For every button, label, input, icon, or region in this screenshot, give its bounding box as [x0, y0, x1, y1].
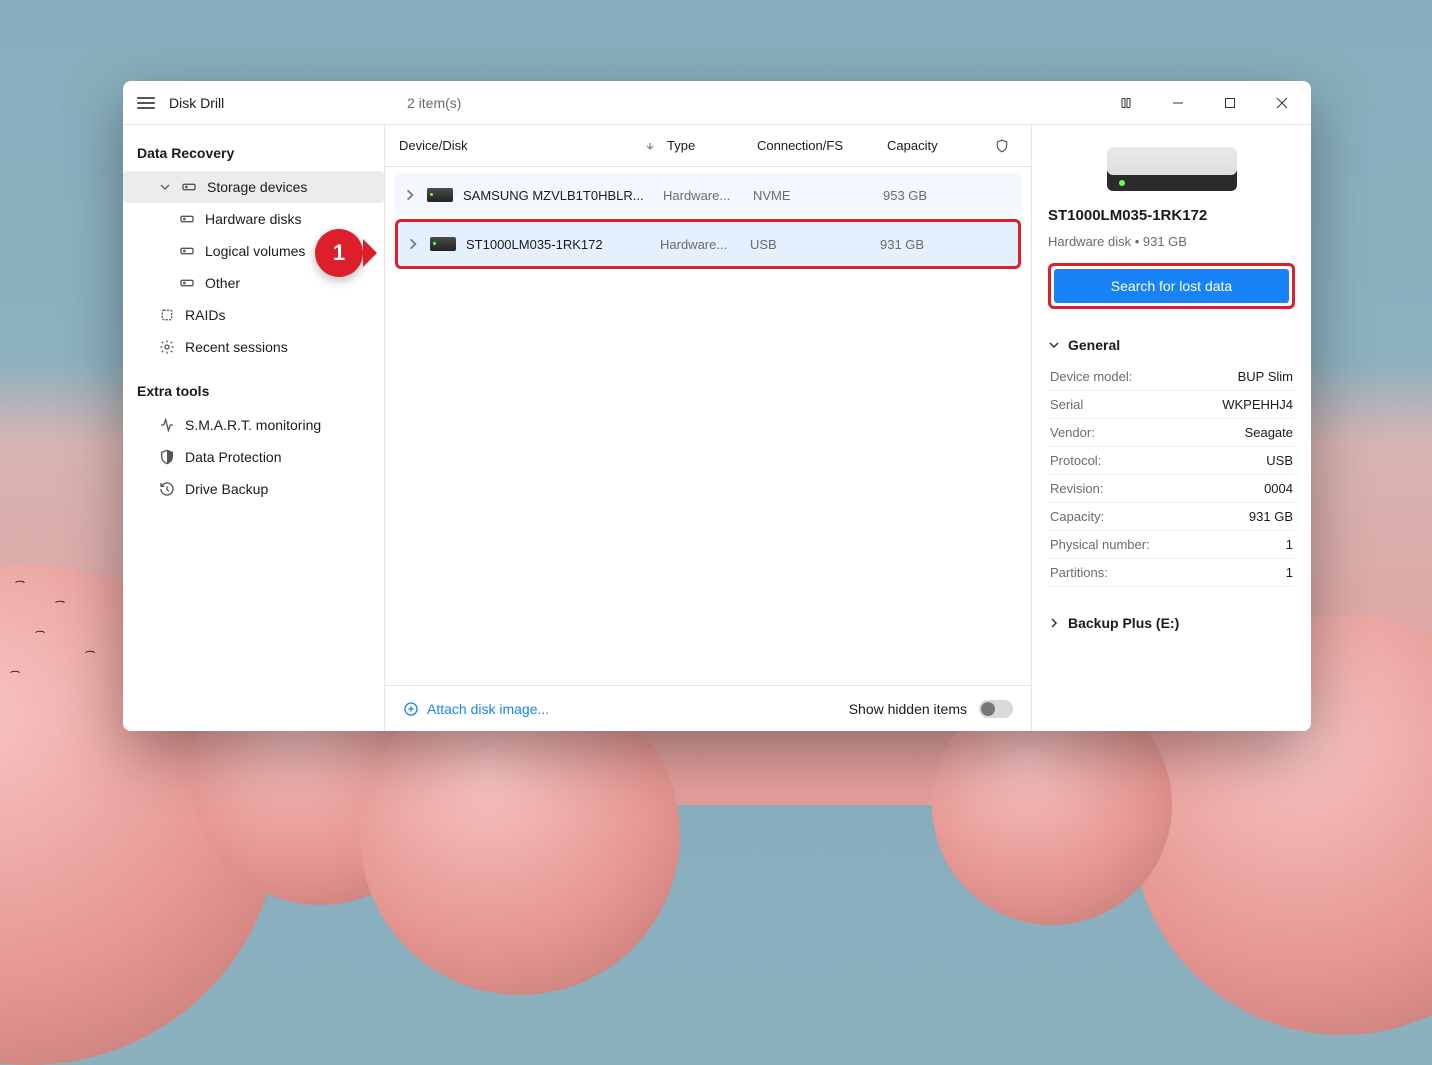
search-for-lost-data-button[interactable]: Search for lost data: [1054, 269, 1289, 303]
sidebar: Data Recovery Storage devices Hardware d…: [123, 125, 385, 731]
sidebar-item-raids[interactable]: RAIDs: [123, 299, 384, 331]
drive-illustration: [1107, 147, 1237, 191]
sidebar-item-smart[interactable]: S.M.A.R.T. monitoring: [123, 409, 384, 441]
history-icon: [159, 481, 175, 497]
shield-icon: [159, 449, 175, 465]
show-hidden-toggle[interactable]: [979, 700, 1013, 718]
sidebar-item-label: Hardware disks: [205, 211, 301, 227]
plus-circle-icon: [403, 701, 419, 717]
device-capacity: 931 GB: [880, 237, 980, 252]
chevron-down-icon: [1048, 339, 1060, 351]
sidebar-item-label: Recent sessions: [185, 339, 288, 355]
column-capacity[interactable]: Capacity: [887, 138, 987, 153]
sidebar-item-label: Logical volumes: [205, 243, 305, 259]
show-hidden-label: Show hidden items: [849, 701, 967, 717]
kv-row: Capacity:931 GB: [1048, 503, 1295, 531]
section-general[interactable]: General: [1048, 337, 1295, 353]
sidebar-item-label: S.M.A.R.T. monitoring: [185, 417, 321, 433]
highlight-annotation-1: ST1000LM035-1RK172 Hardware... USB 931 G…: [395, 219, 1021, 269]
drive-icon: [179, 211, 195, 227]
shield-icon: [995, 139, 1009, 153]
table-row[interactable]: SAMSUNG MZVLB1T0HBLR... Hardware... NVME…: [395, 173, 1021, 217]
maximize-button[interactable]: [1207, 81, 1253, 125]
app-window: Disk Drill 2 item(s) Data Recovery Stora…: [123, 81, 1311, 731]
kv-row: SerialWKPEHHJ4: [1048, 391, 1295, 419]
column-protection[interactable]: [987, 139, 1017, 153]
table-row[interactable]: ST1000LM035-1RK172 Hardware... USB 931 G…: [398, 222, 1018, 266]
device-type: Hardware...: [663, 188, 753, 203]
item-count: 2 item(s): [385, 95, 1103, 111]
sidebar-item-drive-backup[interactable]: Drive Backup: [123, 473, 384, 505]
kv-row: Device model:BUP Slim: [1048, 363, 1295, 391]
chevron-right-icon: [1048, 617, 1060, 629]
drive-icon: [179, 275, 195, 291]
minimize-button[interactable]: [1155, 81, 1201, 125]
kv-row: Vendor:Seagate: [1048, 419, 1295, 447]
sort-desc-icon: [645, 141, 655, 151]
device-connection: USB: [750, 237, 880, 252]
drive-icon: [427, 188, 453, 202]
column-device[interactable]: Device/Disk: [399, 138, 645, 153]
sidebar-item-label: Storage devices: [207, 179, 307, 195]
device-type: Hardware...: [660, 237, 750, 252]
device-name: SAMSUNG MZVLB1T0HBLR...: [463, 188, 644, 203]
section-partition[interactable]: Backup Plus (E:): [1048, 615, 1295, 631]
details-pane: ST1000LM035-1RK172 Hardware disk • 931 G…: [1031, 125, 1311, 731]
close-button[interactable]: [1259, 81, 1305, 125]
sidebar-item-label: RAIDs: [185, 307, 225, 323]
general-properties: Device model:BUP Slim SerialWKPEHHJ4 Ven…: [1048, 363, 1295, 587]
drive-icon: [181, 179, 197, 195]
table-header: Device/Disk Type Connection/FS Capacity: [385, 125, 1031, 167]
book-icon[interactable]: [1103, 81, 1149, 125]
sidebar-item-label: Drive Backup: [185, 481, 268, 497]
annotation-badge-1: 1: [315, 229, 363, 277]
chevron-right-icon[interactable]: [406, 237, 420, 251]
device-name: ST1000LM035-1RK172: [466, 237, 603, 252]
highlight-annotation-2: Search for lost data: [1048, 263, 1295, 309]
kv-row: Physical number:1: [1048, 531, 1295, 559]
sidebar-section-extra-tools: Extra tools: [123, 377, 384, 409]
titlebar: Disk Drill 2 item(s): [123, 81, 1311, 125]
sidebar-section-data-recovery: Data Recovery: [123, 139, 384, 171]
sidebar-item-data-protection[interactable]: Data Protection: [123, 441, 384, 473]
attach-disk-image-button[interactable]: Attach disk image...: [403, 701, 549, 717]
activity-icon: [159, 417, 175, 433]
menu-icon[interactable]: [137, 97, 155, 109]
device-capacity: 953 GB: [883, 188, 983, 203]
selected-device-name: ST1000LM035-1RK172: [1048, 207, 1295, 224]
chevron-right-icon[interactable]: [403, 188, 417, 202]
chevron-down-icon: [159, 181, 171, 193]
selected-device-subtitle: Hardware disk • 931 GB: [1048, 234, 1295, 249]
sidebar-item-label: Data Protection: [185, 449, 282, 465]
sidebar-item-storage-devices[interactable]: Storage devices: [123, 171, 384, 203]
raid-icon: [159, 307, 175, 323]
column-type[interactable]: Type: [667, 138, 757, 153]
drive-icon: [179, 243, 195, 259]
sidebar-item-recent-sessions[interactable]: Recent sessions: [123, 331, 384, 363]
app-title: Disk Drill: [169, 95, 224, 111]
device-connection: NVME: [753, 188, 883, 203]
column-connection[interactable]: Connection/FS: [757, 138, 887, 153]
drive-icon: [430, 237, 456, 251]
kv-row: Partitions:1: [1048, 559, 1295, 587]
footer: Attach disk image... Show hidden items: [385, 685, 1031, 731]
kv-row: Revision:0004: [1048, 475, 1295, 503]
sidebar-item-label: Other: [205, 275, 240, 291]
gear-icon: [159, 339, 175, 355]
kv-row: Protocol:USB: [1048, 447, 1295, 475]
